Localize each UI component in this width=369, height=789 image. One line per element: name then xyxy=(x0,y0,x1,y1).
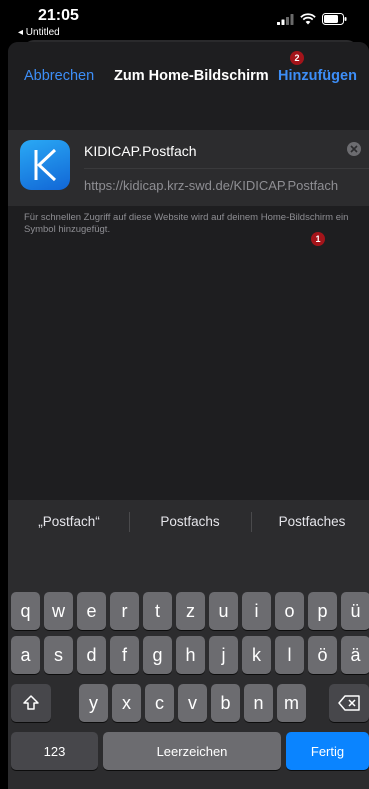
key[interactable]: j xyxy=(209,636,238,674)
shift-arrow-icon xyxy=(23,695,39,710)
key[interactable]: g xyxy=(143,636,172,674)
space-key[interactable]: Leerzeichen xyxy=(103,732,281,770)
clear-text-button[interactable] xyxy=(347,142,361,156)
backspace-key[interactable] xyxy=(329,684,369,722)
key[interactable]: w xyxy=(44,592,73,630)
key[interactable]: p xyxy=(308,592,337,630)
key[interactable]: q xyxy=(11,592,40,630)
key[interactable]: ü xyxy=(341,592,369,630)
key[interactable]: a xyxy=(11,636,40,674)
key[interactable]: d xyxy=(77,636,106,674)
app-icon xyxy=(20,140,70,190)
keyboard: „Postfach“ Postfachs Postfaches q w e r … xyxy=(8,500,369,789)
suggestion-3[interactable]: Postfaches xyxy=(256,514,368,529)
cellular-signal-icon xyxy=(277,13,294,25)
key[interactable]: o xyxy=(275,592,304,630)
key[interactable]: k xyxy=(242,636,271,674)
status-bar: 21:05 ◂ Untitled xyxy=(0,0,369,42)
key[interactable]: x xyxy=(112,684,141,722)
key[interactable]: ä xyxy=(341,636,369,674)
add-to-home-screen-sheet: Abbrechen Zum Home-Bildschirm 2 Hinzufüg… xyxy=(8,42,369,789)
close-icon xyxy=(350,145,358,153)
nav-bar: Abbrechen Zum Home-Bildschirm 2 Hinzufüg… xyxy=(8,42,369,112)
key[interactable]: u xyxy=(209,592,238,630)
key[interactable]: n xyxy=(244,684,273,722)
status-icons xyxy=(277,13,347,25)
suggestion-2[interactable]: Postfachs xyxy=(135,514,245,529)
suggestion-separator xyxy=(129,512,130,532)
key[interactable]: z xyxy=(176,592,205,630)
field-divider xyxy=(84,168,369,169)
status-time: 21:05 xyxy=(38,7,79,24)
suggestion-bar: „Postfach“ Postfachs Postfaches xyxy=(8,500,369,544)
key[interactable]: f xyxy=(110,636,139,674)
key[interactable]: s xyxy=(44,636,73,674)
key[interactable]: e xyxy=(77,592,106,630)
shift-key[interactable] xyxy=(11,684,51,722)
key[interactable]: t xyxy=(143,592,172,630)
cancel-button[interactable]: Abbrechen xyxy=(24,68,94,84)
key[interactable]: i xyxy=(242,592,271,630)
key[interactable]: h xyxy=(176,636,205,674)
backspace-icon xyxy=(338,695,360,711)
bookmark-url: https://kidicap.krz-swd.de/KIDICAP.Postf… xyxy=(84,178,339,193)
key[interactable]: m xyxy=(277,684,306,722)
suggestion-1[interactable]: „Postfach“ xyxy=(14,514,124,529)
add-button[interactable]: Hinzufügen xyxy=(278,68,357,84)
wifi-icon xyxy=(300,13,316,25)
info-footnote: Für schnellen Zugriff auf diese Website … xyxy=(24,212,349,235)
done-key[interactable]: Fertig xyxy=(286,732,369,770)
key[interactable]: b xyxy=(211,684,240,722)
key[interactable]: r xyxy=(110,592,139,630)
kidicap-logo-icon xyxy=(34,148,57,182)
sheet-title: Zum Home-Bildschirm xyxy=(114,68,269,84)
bookmark-card: KIDICAP.Postfach 1 https://kidicap.krz-s… xyxy=(8,130,369,246)
key[interactable]: y xyxy=(79,684,108,722)
key[interactable]: ö xyxy=(308,636,337,674)
annotation-badge-2: 2 xyxy=(290,51,304,65)
key[interactable]: v xyxy=(178,684,207,722)
key[interactable]: l xyxy=(275,636,304,674)
suggestion-separator xyxy=(251,512,252,532)
battery-icon xyxy=(322,13,347,25)
key[interactable]: c xyxy=(145,684,174,722)
bookmark-name-field[interactable]: KIDICAP.Postfach xyxy=(84,143,197,159)
back-to-app-link[interactable]: ◂ Untitled xyxy=(18,27,60,38)
numbers-key[interactable]: 123 xyxy=(11,732,98,770)
